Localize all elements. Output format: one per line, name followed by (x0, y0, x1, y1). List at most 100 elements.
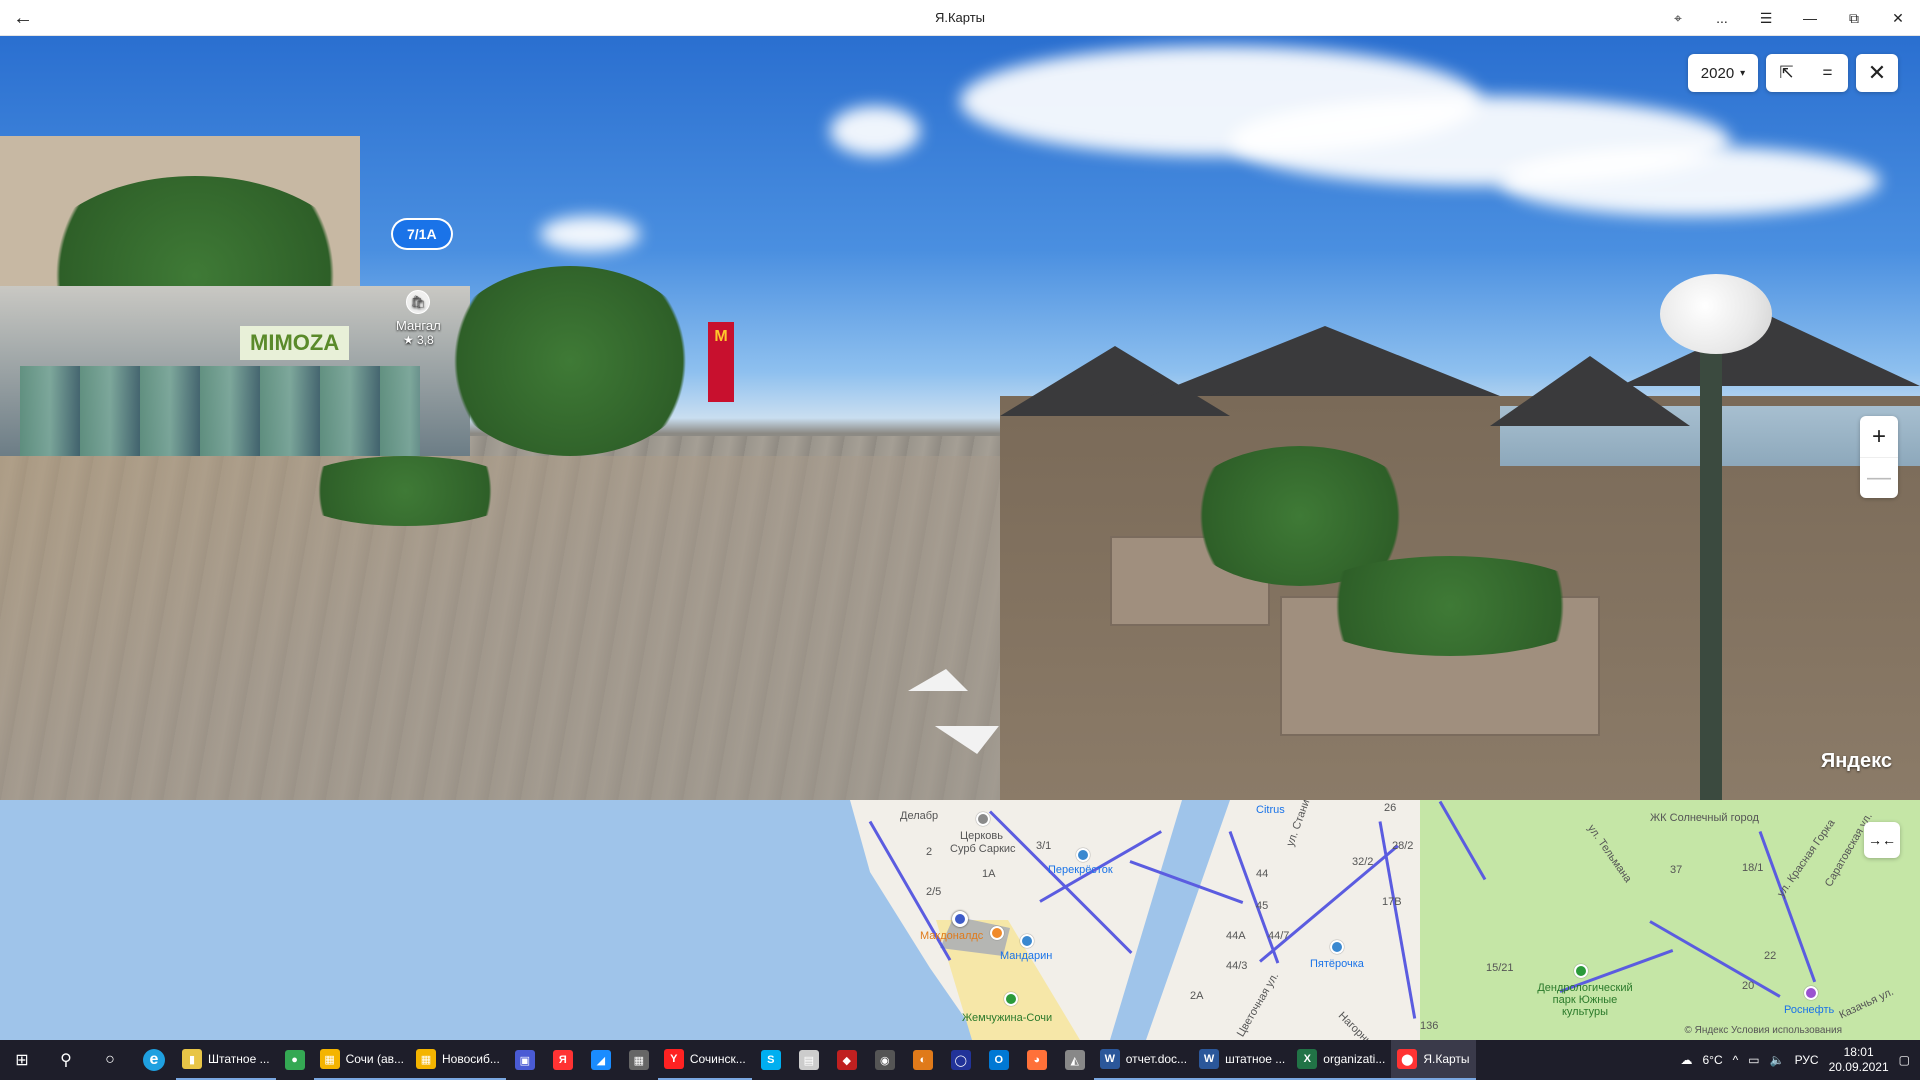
taskbar-app[interactable]: ▦ Сочи (ав... (313, 1040, 410, 1080)
taskbar-app[interactable]: ◕ (1018, 1040, 1056, 1080)
system-tray: ☁ 6°C ^ ▭ 🔈 РУС 18:01 20.09.2021 ▢ (1680, 1040, 1920, 1080)
app-icon: ▣ (514, 1050, 535, 1070)
shop-icon[interactable] (1330, 940, 1344, 954)
map-label: 136 (1420, 1020, 1439, 1032)
more-icon[interactable]: ... (1700, 0, 1744, 36)
chevron-down-icon: ▾ (1740, 67, 1746, 79)
taskbar-apps: ▮ Штатное ... ● ▦ Сочи (ав... ▦ Новосиб... ▣ Я ◢ ▦… (176, 1040, 1476, 1080)
pin-icon[interactable]: ⌖ (1656, 0, 1700, 36)
taskbar-app[interactable]: ◆ (828, 1040, 866, 1080)
taskbar-app[interactable]: ● (276, 1040, 314, 1080)
panorama-view[interactable]: MIMOZA M 7/1A 🛍 Мангал ★ 3,8 Яндекс 2020… (0, 36, 1920, 800)
taskbar-app[interactable]: ▦ Новосиб... (410, 1040, 506, 1080)
map-label: 22 (1764, 950, 1777, 962)
taskbar-app[interactable]: ◢ (582, 1040, 620, 1080)
taskbar-app[interactable]: ▤ (790, 1040, 828, 1080)
taskbar-app[interactable]: ▦ (620, 1040, 658, 1080)
taskbar-app[interactable]: ◯ (942, 1040, 980, 1080)
taskbar-app[interactable]: S (752, 1040, 790, 1080)
taskbar-app[interactable]: ▣ (506, 1040, 544, 1080)
restore-icon[interactable]: ⧉ (1832, 0, 1876, 36)
app-icon: ◭ (1064, 1050, 1085, 1070)
map-label: 26 (1384, 802, 1397, 814)
bushes (290, 456, 520, 526)
fuel-icon[interactable] (1804, 986, 1818, 1000)
title-bar: ← Я.Карты ⌖ ... ☰ — ⧉ ✕ (0, 0, 1920, 36)
taskbar-app[interactable]: Я (544, 1040, 582, 1080)
taskbar-app[interactable]: ⬤ Я.Карты (1391, 1040, 1476, 1080)
taskbar-app[interactable]: ◭ (1056, 1040, 1094, 1080)
map-label: Перекрёсток (1048, 864, 1113, 876)
navigate-back-arrow[interactable] (934, 726, 1010, 754)
collapse-map-button[interactable]: →← (1864, 822, 1900, 858)
chevron-up-icon[interactable]: ^ (1733, 1053, 1739, 1067)
app-icon: ◆ (836, 1050, 857, 1070)
notifications-icon[interactable]: ▢ (1899, 1053, 1910, 1067)
taskbar-app[interactable]: ◉ (866, 1040, 904, 1080)
taskbar-app[interactable]: Y Сочинск... (657, 1040, 752, 1080)
weather-temp[interactable]: 6°C (1702, 1053, 1722, 1067)
app-icon: ● (284, 1050, 305, 1070)
poi-mangal[interactable]: 🛍 Мангал ★ 3,8 (396, 290, 441, 347)
map-label: ЖК Солнечный город (1650, 812, 1759, 824)
church-icon[interactable] (976, 812, 990, 826)
navigate-forward-arrow[interactable] (907, 669, 977, 691)
network-icon[interactable]: ▭ (1748, 1053, 1759, 1067)
poi-rating: ★ 3,8 (402, 333, 434, 347)
current-position-marker[interactable] (952, 911, 968, 927)
app-icon: ▤ (798, 1050, 819, 1070)
weather-icon[interactable]: ☁ (1680, 1053, 1692, 1067)
app-icon: X (1297, 1049, 1318, 1069)
app-icon: ⬤ (1397, 1049, 1418, 1069)
share-icon[interactable]: ⇱ (1766, 54, 1807, 92)
lamp-post (1700, 336, 1722, 800)
language-indicator[interactable]: РУС (1795, 1053, 1819, 1067)
taskbar-app[interactable]: Wштатное ... (1193, 1040, 1292, 1080)
app-label: Сочинск... (689, 1052, 746, 1066)
map-label: Пятёрочка (1310, 958, 1364, 970)
taskbar-app[interactable]: ◐ (904, 1040, 942, 1080)
map-label: 28/2 (1392, 840, 1414, 852)
app-label: organizati... (1323, 1052, 1386, 1066)
app-icon: ▦ (628, 1050, 649, 1070)
shop-icon[interactable] (1076, 848, 1090, 862)
app-label: отчет.doc... (1125, 1052, 1188, 1066)
mini-map[interactable]: Делабр Церковь Сурб Саркис Перекрёсток М… (0, 800, 1920, 1040)
cloud (540, 216, 640, 252)
minimize-icon[interactable]: — (1788, 0, 1832, 36)
shop-icon[interactable] (1020, 934, 1034, 948)
cortana-icon[interactable]: ○ (88, 1040, 132, 1080)
zoom-in-button[interactable]: + (1860, 416, 1898, 457)
clock[interactable]: 18:01 20.09.2021 (1829, 1045, 1889, 1075)
edge-icon[interactable]: e (132, 1040, 176, 1080)
volume-icon[interactable]: 🔈 (1770, 1053, 1785, 1067)
zoom-control: + — (1860, 416, 1898, 498)
park-icon[interactable] (1004, 992, 1018, 1006)
map-label: 45 (1256, 900, 1269, 912)
app-icon: ◢ (590, 1050, 611, 1070)
search-icon[interactable]: ⚲ (44, 1040, 88, 1080)
start-icon[interactable]: ⊞ (0, 1040, 44, 1080)
app-icon: Y (663, 1049, 684, 1069)
map-label: 44/7 (1268, 930, 1290, 942)
lines-icon[interactable]: = (1807, 54, 1848, 92)
app-icon: O (988, 1050, 1009, 1070)
zoom-out-button[interactable]: — (1860, 457, 1898, 498)
year-select[interactable]: 2020 ▾ (1688, 54, 1758, 92)
map-park (1420, 800, 1920, 1040)
umbrella (1150, 326, 1500, 396)
restaurant-icon[interactable] (990, 926, 1004, 940)
taskbar-app[interactable]: Xorganizati... (1291, 1040, 1392, 1080)
park-icon[interactable] (1574, 964, 1588, 978)
close-icon[interactable]: ✕ (1876, 0, 1920, 36)
map-label: Дендрологический парк Южные культуры (1537, 982, 1633, 1018)
map-label: 44/3 (1226, 960, 1248, 972)
close-panorama-button[interactable]: ✕ (1856, 54, 1898, 92)
taskbar-app[interactable]: Wотчет.doc... (1093, 1040, 1194, 1080)
taskbar-app[interactable]: ▮ Штатное ... (176, 1040, 276, 1080)
menu-icon[interactable]: ☰ (1744, 0, 1788, 36)
window-title: Я.Карты (934, 10, 986, 25)
address-label[interactable]: 7/1A (393, 220, 451, 248)
panorama-controls: 2020 ▾ ⇱ = ✕ (1688, 54, 1898, 92)
taskbar-app[interactable]: O (980, 1040, 1018, 1080)
